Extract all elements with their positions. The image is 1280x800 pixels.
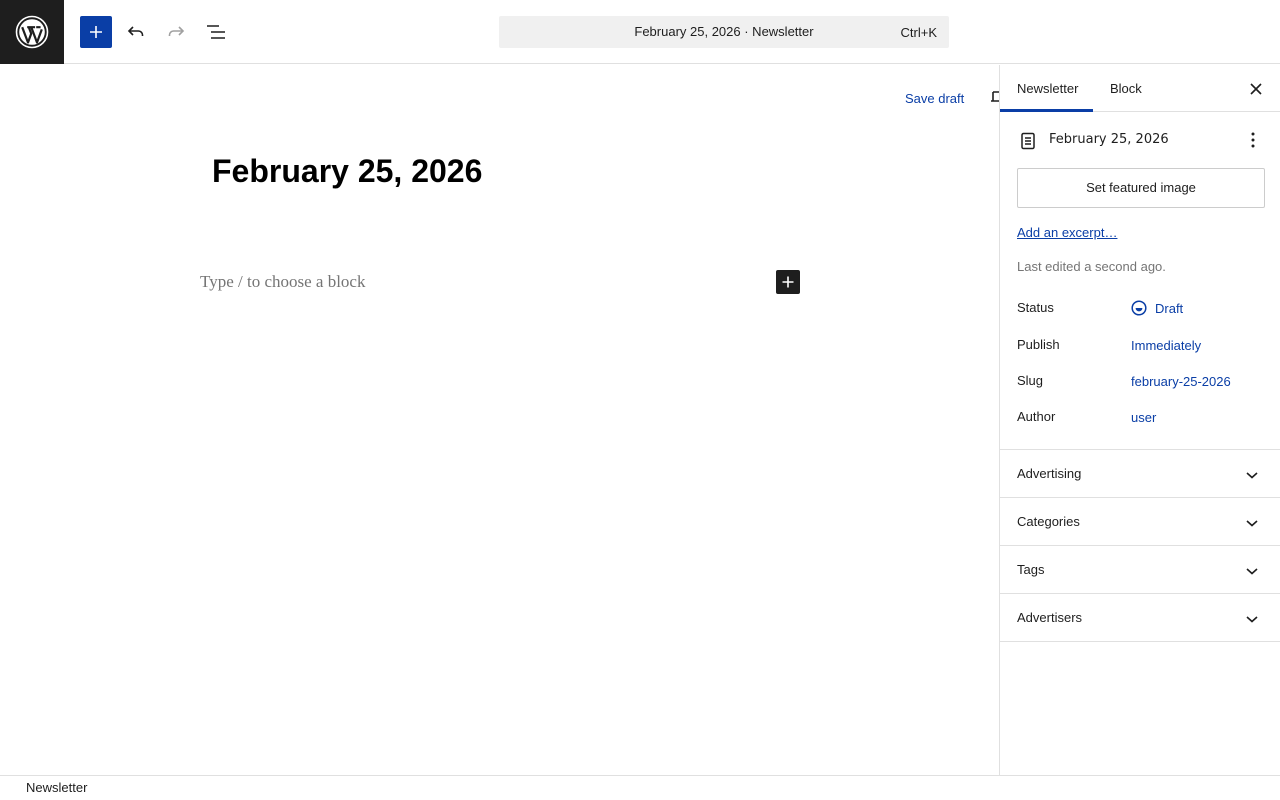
undo-icon <box>127 26 144 36</box>
document-overview-button[interactable] <box>200 16 232 48</box>
block-breadcrumb-bar: Newsletter <box>0 775 1280 800</box>
more-vertical-icon <box>1251 132 1255 148</box>
editor-canvas: Save draft February 25, 2026 Type / to c… <box>0 65 999 775</box>
plus-icon <box>782 276 794 288</box>
chevron-down-icon <box>1246 472 1258 479</box>
panel-tags[interactable]: Tags <box>1000 546 1280 594</box>
publish-label: Publish <box>1017 337 1060 352</box>
panel-advertisers[interactable]: Advertisers <box>1000 594 1280 642</box>
settings-sidebar: Newsletter Block February 25, 2026 Set f… <box>999 65 1280 775</box>
wordpress-logo-button[interactable] <box>0 0 64 64</box>
close-icon <box>1250 83 1262 95</box>
close-sidebar-button[interactable] <box>1246 79 1266 99</box>
list-view-icon <box>207 25 225 39</box>
post-document-icon <box>1021 132 1035 150</box>
draft-status-icon <box>1131 300 1147 316</box>
panel-title: Tags <box>1017 562 1045 577</box>
status-value-button[interactable]: Draft <box>1131 300 1183 316</box>
block-inserter-button[interactable] <box>80 16 112 48</box>
add-excerpt-link[interactable]: Add an excerpt… <box>1017 225 1117 240</box>
inline-block-inserter-button[interactable] <box>776 270 800 294</box>
post-title[interactable]: February 25, 2026 <box>212 153 482 190</box>
last-edited-text: Last edited a second ago. <box>1017 259 1166 274</box>
post-actions-menu-button[interactable] <box>1243 130 1263 150</box>
plus-icon <box>90 26 102 38</box>
panel-advertising[interactable]: Advertising <box>1000 450 1280 498</box>
author-label: Author <box>1017 409 1056 424</box>
status-value: Draft <box>1155 300 1184 316</box>
chevron-down-icon <box>1246 568 1258 575</box>
panel-title: Advertising <box>1017 466 1082 481</box>
empty-block-placeholder[interactable]: Type / to choose a block <box>200 272 365 292</box>
breadcrumb-item-newsletter[interactable]: Newsletter <box>26 780 87 795</box>
save-draft-button[interactable]: Save draft <box>905 91 964 106</box>
wordpress-logo-icon <box>15 15 49 49</box>
redo-button[interactable] <box>160 16 192 48</box>
command-palette-bar[interactable]: February 25, 2026 · Newsletter Ctrl+K <box>499 16 949 48</box>
status-label: Status <box>1017 300 1054 315</box>
slug-label: Slug <box>1017 373 1044 388</box>
panel-title: Categories <box>1017 514 1080 529</box>
post-summary-panel: February 25, 2026 Set featured image Add… <box>1000 112 1280 450</box>
redo-icon <box>168 26 185 36</box>
slug-value-button[interactable]: february-25-2026 <box>1131 374 1231 389</box>
command-shortcut: Ctrl+K <box>900 25 937 40</box>
desktop-preview-icon[interactable] <box>990 90 999 104</box>
editor-header: February 25, 2026 · Newsletter Ctrl+K <box>0 0 1280 64</box>
chevron-down-icon <box>1246 616 1258 623</box>
publish-value-button[interactable]: Immediately <box>1131 338 1201 353</box>
author-value-button[interactable]: user <box>1131 410 1156 425</box>
set-featured-image-button[interactable]: Set featured image <box>1017 168 1265 208</box>
sidebar-tabs: Newsletter Block <box>1000 65 1280 112</box>
panel-title: Advertisers <box>1017 610 1083 625</box>
tab-newsletter[interactable]: Newsletter <box>1017 65 1078 112</box>
post-summary-title: February 25, 2026 <box>1049 132 1169 147</box>
panel-categories[interactable]: Categories <box>1000 498 1280 546</box>
document-title: February 25, 2026 · Newsletter <box>634 24 814 39</box>
tab-block[interactable]: Block <box>1110 65 1142 112</box>
chevron-down-icon <box>1246 520 1258 527</box>
undo-button[interactable] <box>120 16 152 48</box>
